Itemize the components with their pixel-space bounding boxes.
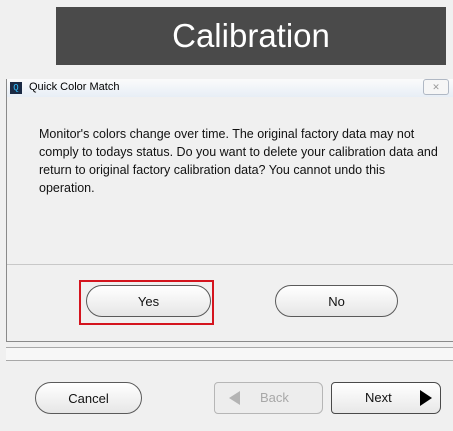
yes-button[interactable]: Yes xyxy=(86,285,211,317)
next-button-label: Next xyxy=(365,390,392,405)
calibration-wizard: Calibration Q Quick Color Match ✕ Monito… xyxy=(0,0,453,431)
header-banner: Calibration xyxy=(56,7,446,65)
no-button[interactable]: No xyxy=(275,285,398,317)
dialog-body: Monitor's colors change over time. The o… xyxy=(7,97,453,265)
dialog-titlebar[interactable]: Q Quick Color Match ✕ xyxy=(7,79,453,97)
page-title: Calibration xyxy=(172,17,330,54)
dialog-message: Monitor's colors change over time. The o… xyxy=(39,127,438,195)
back-button[interactable]: Back xyxy=(214,382,323,414)
cancel-button[interactable]: Cancel xyxy=(35,382,142,414)
next-button[interactable]: Next xyxy=(331,382,441,414)
next-arrow-icon xyxy=(420,390,432,406)
app-icon: Q xyxy=(10,82,22,94)
close-icon[interactable]: ✕ xyxy=(423,79,449,95)
dialog-title: Quick Color Match xyxy=(29,81,120,93)
wizard-separator xyxy=(6,347,453,361)
back-button-label: Back xyxy=(260,390,289,405)
back-arrow-icon xyxy=(229,391,240,405)
